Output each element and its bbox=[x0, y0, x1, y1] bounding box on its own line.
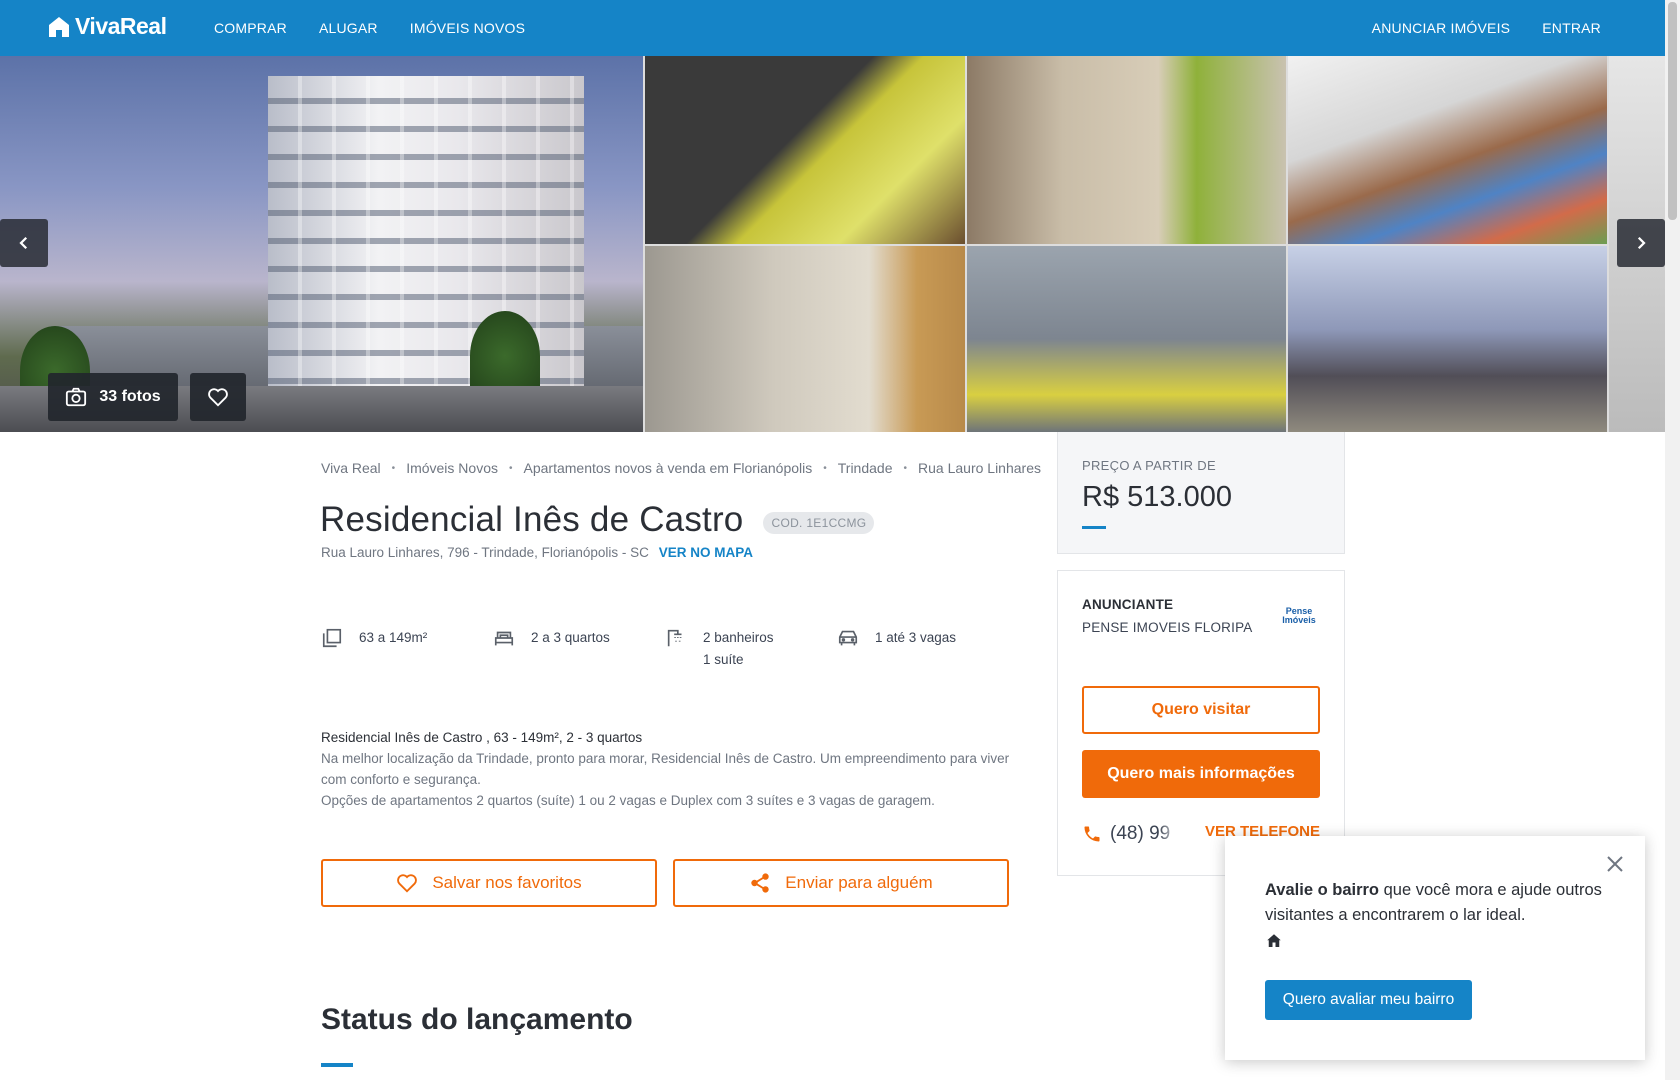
popup-message: Avalie o bairro que você mora e ajude ou… bbox=[1265, 878, 1605, 950]
view-map-link[interactable]: VER NO MAPA bbox=[659, 545, 753, 560]
more-info-button[interactable]: Quero mais informações bbox=[1082, 750, 1320, 798]
feature-parking-text: 1 até 3 vagas bbox=[875, 630, 957, 645]
listing-title: Residencial Inês de Castro bbox=[320, 500, 744, 539]
breadcrumb-separator: • bbox=[903, 462, 908, 474]
feature-bedrooms: 2 a 3 quartos bbox=[493, 627, 665, 671]
feature-area: 63 a 149m² bbox=[321, 627, 493, 671]
photo-meeting-room[interactable] bbox=[967, 56, 1286, 244]
scrollbar-thumb[interactable] bbox=[1668, 2, 1677, 220]
chevron-left-icon bbox=[19, 236, 28, 250]
feature-bedrooms-text: 2 a 3 quartos bbox=[531, 630, 610, 645]
save-favorites-button[interactable]: Salvar nos favoritos bbox=[321, 859, 657, 907]
bed-icon bbox=[494, 631, 514, 646]
photo-gallery: 33 fotos bbox=[0, 56, 1665, 432]
house-icon bbox=[1267, 934, 1281, 947]
share-icon bbox=[751, 873, 769, 893]
shower-icon bbox=[667, 629, 682, 647]
page-scrollbar[interactable] bbox=[1665, 0, 1680, 1080]
vivareal-logo[interactable]: VivaReal bbox=[47, 13, 167, 40]
nav-comprar[interactable]: COMPRAR bbox=[214, 20, 287, 36]
logo-text: VivaReal bbox=[75, 13, 167, 39]
listing-code-badge: COD. 1E1CCMG bbox=[763, 512, 875, 534]
price-underline bbox=[1082, 526, 1106, 529]
main-nav: COMPRAR ALUGAR IMÓVEIS NOVOS bbox=[214, 0, 525, 56]
photo-playground[interactable] bbox=[1288, 56, 1607, 244]
feature-area-text: 63 a 149m² bbox=[359, 630, 428, 645]
breadcrumb-imoveis-novos[interactable]: Imóveis Novos bbox=[406, 460, 498, 476]
camera-icon bbox=[66, 387, 87, 407]
chevron-right-icon bbox=[1637, 236, 1646, 250]
breadcrumb-separator: • bbox=[823, 462, 827, 474]
rate-neighborhood-button[interactable]: Quero avaliar meu bairro bbox=[1265, 980, 1472, 1020]
photo-bike-room[interactable] bbox=[967, 246, 1286, 432]
close-icon[interactable] bbox=[1603, 852, 1627, 876]
advertiser-box: ANUNCIANTE PENSE IMOVEIS FLORIPA Pense I… bbox=[1057, 570, 1345, 876]
breadcrumb-viva-real[interactable]: Viva Real bbox=[321, 460, 381, 476]
breadcrumb: Viva Real • Imóveis Novos • Apartamentos… bbox=[321, 460, 1041, 476]
advertiser-logo[interactable]: Pense Imóveis bbox=[1278, 607, 1320, 631]
nav-right: ANUNCIAR IMÓVEIS ENTRAR bbox=[1372, 0, 1601, 56]
save-favorites-label: Salvar nos favoritos bbox=[432, 873, 582, 892]
nav-alugar[interactable]: ALUGAR bbox=[319, 20, 378, 36]
house-logo-icon bbox=[49, 16, 69, 37]
breadcrumb-rua[interactable]: Rua Lauro Linhares bbox=[918, 460, 1041, 476]
send-to-someone-button[interactable]: Enviar para alguém bbox=[673, 859, 1009, 907]
gallery-next-button[interactable] bbox=[1617, 219, 1665, 267]
photos-count: 33 fotos bbox=[99, 388, 161, 405]
listing-description: Residencial Inês de Castro , 63 - 149m²,… bbox=[321, 727, 1011, 811]
schedule-visit-button[interactable]: Quero visitar bbox=[1082, 686, 1320, 734]
feature-bathrooms-text: 2 banheiros bbox=[703, 630, 774, 645]
phone-number-partial: (48) 99 bbox=[1110, 823, 1171, 844]
launch-status-title: Status do lançamento bbox=[321, 1003, 633, 1036]
section-underline bbox=[321, 1063, 353, 1067]
heart-icon bbox=[208, 388, 228, 407]
breadcrumb-separator: • bbox=[391, 462, 396, 474]
gallery-favorite-button[interactable] bbox=[190, 373, 246, 421]
top-header: VivaReal COMPRAR ALUGAR IMÓVEIS NOVOS AN… bbox=[0, 0, 1665, 56]
description-line: Na melhor localização da Trindade, pront… bbox=[321, 751, 1010, 787]
price-box: PREÇO A PARTIR DE R$ 513.000 bbox=[1057, 432, 1345, 554]
gallery-prev-button[interactable] bbox=[0, 219, 48, 267]
photo-barbecue[interactable] bbox=[645, 246, 965, 432]
breadcrumb-trindade[interactable]: Trindade bbox=[838, 460, 893, 476]
description-line: Opções de apartamentos 2 quartos (suíte)… bbox=[321, 793, 935, 808]
phone-icon bbox=[1084, 826, 1100, 842]
breadcrumb-separator: • bbox=[509, 462, 513, 474]
nav-imoveis-novos[interactable]: IMÓVEIS NOVOS bbox=[410, 20, 525, 36]
listing-address: Rua Lauro Linhares, 796 - Trindade, Flor… bbox=[321, 545, 753, 560]
address-text: Rua Lauro Linhares, 796 - Trindade, Flor… bbox=[321, 545, 649, 560]
feature-suites-text: 1 suíte bbox=[703, 652, 744, 667]
features-list: 63 a 149m² 2 a 3 quartos 2 banheiros 1 s… bbox=[321, 627, 1009, 671]
price-label: PREÇO A PARTIR DE bbox=[1082, 458, 1216, 473]
send-to-someone-label: Enviar para alguém bbox=[785, 873, 933, 892]
popup-bold-text: Avalie o bairro bbox=[1265, 881, 1380, 899]
nav-anunciar-imoveis[interactable]: ANUNCIAR IMÓVEIS bbox=[1372, 20, 1511, 36]
car-icon bbox=[838, 630, 858, 646]
price-value: R$ 513.000 bbox=[1082, 481, 1232, 513]
photo-gym[interactable] bbox=[1288, 246, 1607, 432]
breadcrumb-apartamentos[interactable]: Apartamentos novos à venda em Florianópo… bbox=[524, 460, 813, 476]
photo-kids-room[interactable] bbox=[645, 56, 965, 244]
nav-entrar[interactable]: ENTRAR bbox=[1542, 20, 1601, 36]
description-title: Residencial Inês de Castro , 63 - 149m²,… bbox=[321, 730, 643, 745]
all-photos-button[interactable]: 33 fotos bbox=[48, 373, 178, 421]
title-row: Residencial Inês de Castro COD. 1E1CCMG bbox=[320, 500, 875, 540]
feature-bathrooms: 2 banheiros 1 suíte bbox=[665, 627, 837, 671]
neighborhood-rating-popup: Avalie o bairro que você mora e ajude ou… bbox=[1225, 836, 1645, 1060]
heart-icon bbox=[397, 874, 418, 893]
area-icon bbox=[322, 628, 342, 648]
feature-parking: 1 até 3 vagas bbox=[837, 627, 1009, 671]
